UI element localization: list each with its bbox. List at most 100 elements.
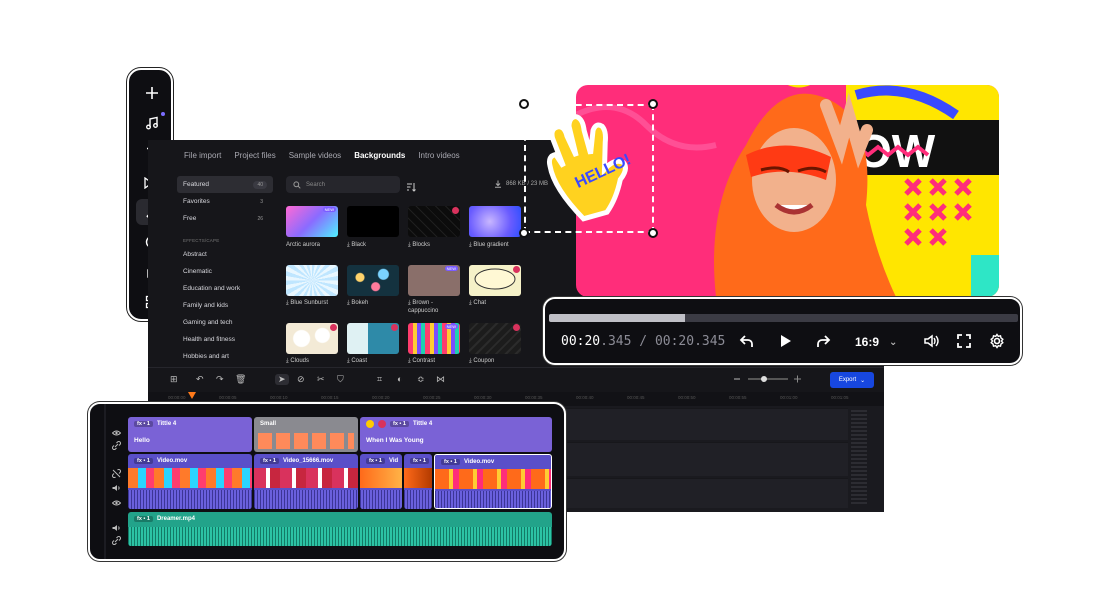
zoom-slider[interactable] [734, 372, 804, 384]
thumbnail-brown-cappuccino[interactable]: NEW [408, 265, 460, 296]
ruler-tick: 00:00:35 [525, 395, 543, 400]
audio-waveform [435, 491, 551, 508]
video-clip[interactable]: fx • 1 Vid [360, 454, 402, 509]
premium-icon [452, 207, 459, 214]
title-clip[interactable]: fx • 1 Tittle 4 Hello [128, 417, 252, 452]
thumbnail-blue-sunburst[interactable] [286, 265, 338, 296]
thumbnail-label-text: Coupon [473, 358, 495, 364]
audio-clip[interactable]: fx • 1 Dreamer.mp4 [128, 512, 552, 546]
clip-thumbnails [435, 469, 551, 489]
resize-handle[interactable] [519, 228, 529, 238]
subcategory-item[interactable]: Cinematic [177, 263, 273, 280]
thumbnail-blocks[interactable] [408, 206, 460, 237]
thumbnail-coast[interactable] [347, 323, 399, 354]
tab-intro-videos[interactable]: Intro videos [418, 151, 459, 160]
transition-icon[interactable]: ⋈ [436, 374, 445, 385]
tab-file-import[interactable]: File import [184, 151, 221, 160]
thumbnail-label-text: Coast [351, 358, 368, 364]
subcategory-item[interactable]: Health and fitness [177, 331, 273, 348]
search-input[interactable]: Search [286, 176, 400, 193]
subcategory-item[interactable]: Family and kids [177, 297, 273, 314]
thumbnail-contrast[interactable]: NEW [408, 323, 460, 354]
tab-sample-videos[interactable]: Sample videos [289, 151, 341, 160]
thumbnail-black[interactable] [347, 206, 399, 237]
ruler-tick: 00:00:55 [729, 395, 747, 400]
selection-box[interactable] [524, 104, 654, 233]
thumbnail-label-text: Bokeh [351, 300, 369, 306]
music-icon[interactable] [136, 110, 168, 136]
fullscreen-icon[interactable] [956, 333, 972, 354]
clip-name: Small [260, 421, 277, 427]
clip-header: fx • 1 Tittle 4 [360, 417, 552, 431]
category-favorites[interactable]: Favorites 3 [177, 193, 273, 210]
thumbnail-bokeh[interactable] [347, 265, 399, 296]
eye-icon[interactable] [111, 493, 122, 511]
fx-badge: fx • 1 [410, 458, 429, 464]
tab-backgrounds[interactable]: Backgrounds [354, 151, 405, 160]
crop-icon[interactable]: ⌗ [377, 374, 382, 385]
resize-handle[interactable] [648, 99, 658, 109]
subcategory-item[interactable]: Hobbies and art [177, 348, 273, 365]
forward-icon[interactable] [815, 333, 831, 354]
video-clip[interactable]: fx • 1 Video_15666.mov [254, 454, 358, 509]
ruler-tick: 00:00:20 [372, 395, 390, 400]
playhead-icon[interactable] [188, 392, 196, 402]
add-icon[interactable] [136, 80, 168, 106]
export-button[interactable]: Export ⌄ [830, 372, 874, 388]
ruler-tick: 00:00:15 [321, 395, 339, 400]
clip-name: Tittle 4 [156, 421, 177, 427]
undo-icon[interactable]: ↶ [196, 374, 204, 385]
thumbnail-arctic-aurora[interactable]: NEW [286, 206, 338, 237]
thumbnail-blue-gradient[interactable] [469, 206, 521, 237]
title-clip[interactable]: fx • 1 Tittle 4 When I Was Young [360, 417, 552, 452]
select-tool-icon[interactable]: ➤ [275, 374, 289, 385]
link-icon[interactable] [112, 437, 121, 455]
ripple-icon[interactable]: ⊘ [297, 374, 305, 385]
fx-badge: fx • 1 [260, 458, 279, 464]
clip-text: Hello [134, 437, 150, 444]
category-list: Featured 40 Favorites 3 Free 26 [177, 176, 273, 227]
video-clip[interactable]: fx • 1 Video.mov [434, 454, 552, 509]
new-badge: NEW [444, 266, 458, 271]
sort-icon[interactable] [406, 179, 416, 197]
search-placeholder: Search [306, 181, 326, 188]
clip-thumbnails [404, 468, 432, 488]
premium-icon [513, 266, 520, 273]
category-count: 3 [260, 198, 263, 205]
redo-icon[interactable]: ↷ [216, 374, 224, 385]
clip-name: Tittle 4 [412, 421, 433, 427]
subcategory-item[interactable]: Gaming and tech [177, 314, 273, 331]
subcategory-item[interactable]: Education and work [177, 280, 273, 297]
category-free[interactable]: Free 26 [177, 210, 273, 227]
category-featured[interactable]: Featured 40 [177, 176, 273, 193]
thumbnail-label-text: Contrast [412, 358, 436, 364]
thumbnail-coupon[interactable] [469, 323, 521, 354]
clip-thumbnails [128, 468, 252, 488]
audio-waveform [404, 490, 432, 509]
video-clip[interactable]: fx • 1 Video.mov [128, 454, 252, 509]
volume-icon[interactable] [923, 333, 939, 354]
play-icon[interactable] [777, 333, 793, 354]
video-clip[interactable]: fx • 1 [404, 454, 432, 509]
aspect-ratio-select[interactable]: 16:9 ⌄ [855, 335, 897, 349]
thumbnail-chat[interactable] [469, 265, 521, 296]
chevron-down-icon: ⌄ [860, 377, 866, 384]
speed-icon[interactable]: ◐ [397, 374, 402, 384]
adjust-icon[interactable]: ≎ [417, 374, 425, 385]
thumbnail-label: ⤓ Blocks [408, 242, 430, 248]
gear-icon[interactable] [989, 333, 1005, 354]
rewind-icon[interactable] [739, 333, 755, 354]
resize-handle[interactable] [519, 99, 529, 109]
shield-icon[interactable]: ⛉ [337, 374, 344, 385]
sticker-clip[interactable]: Small [254, 417, 358, 452]
tab-project-files[interactable]: Project files [234, 151, 275, 160]
thumbnail-clouds[interactable] [286, 323, 338, 354]
thumbnail-label-text: Clouds [290, 358, 310, 364]
add-track-icon[interactable]: ⊞ [170, 374, 178, 385]
link-icon[interactable] [112, 532, 121, 550]
clip-name: Vid [388, 458, 399, 464]
subcategory-item[interactable]: Abstract [177, 246, 273, 263]
resize-handle[interactable] [648, 228, 658, 238]
split-icon[interactable]: ✂ [317, 374, 325, 385]
delete-icon[interactable]: 🗑 [235, 374, 246, 385]
